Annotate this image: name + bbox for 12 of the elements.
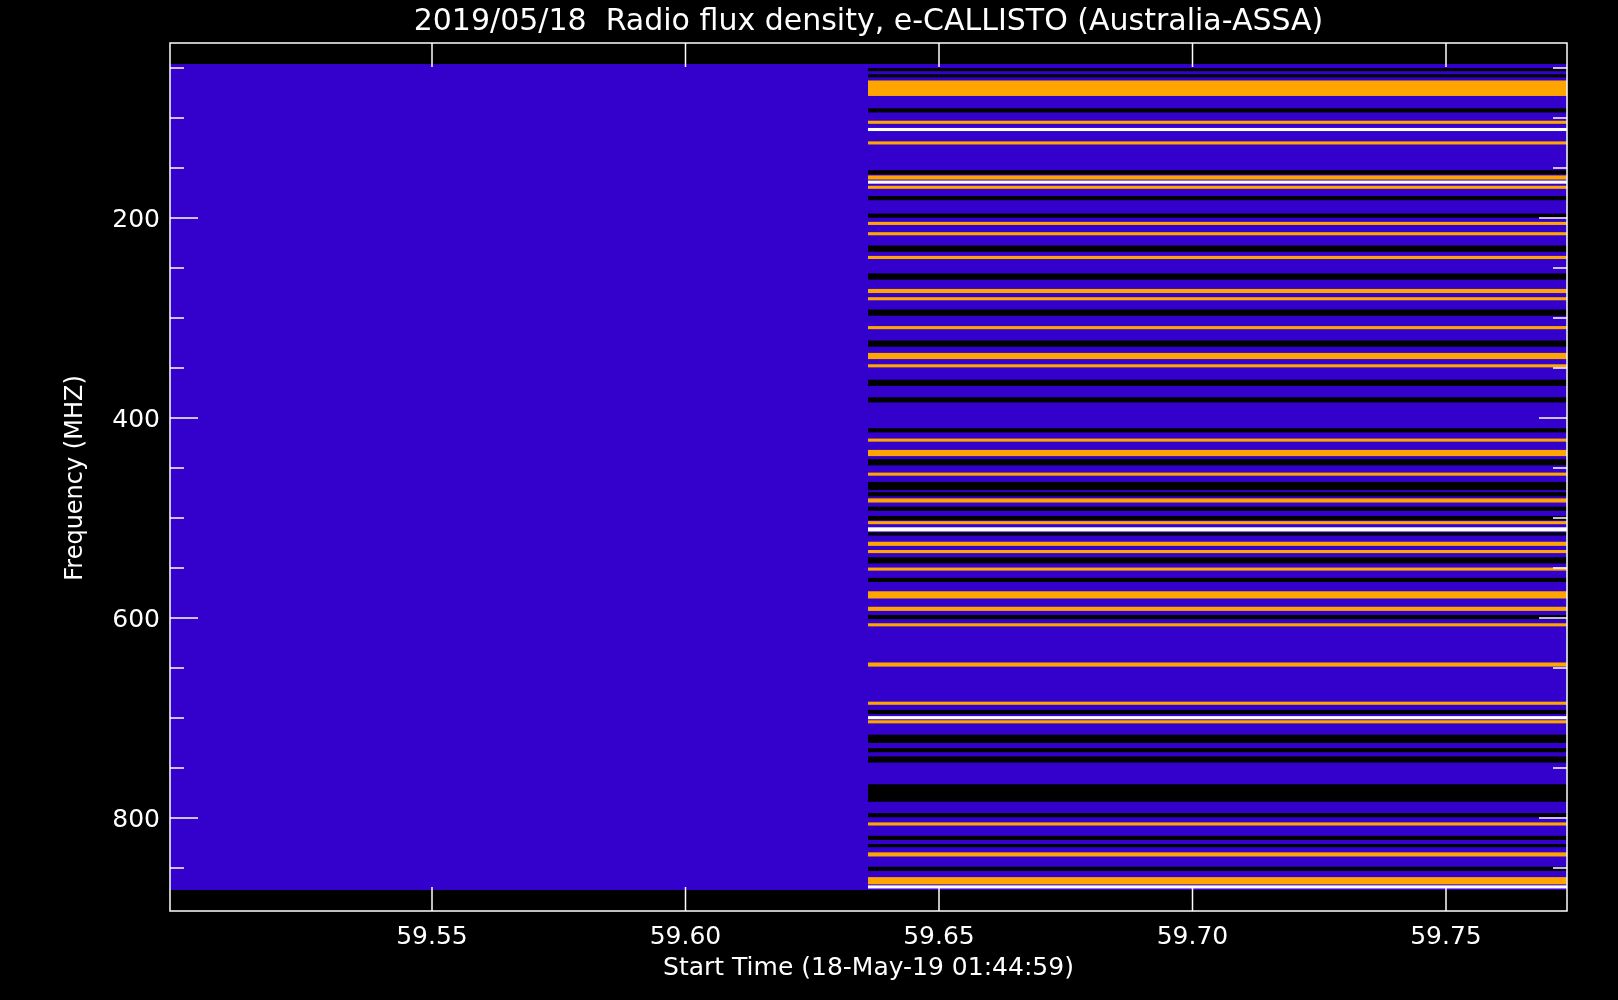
x-tick-label: 59.75 — [1410, 921, 1482, 950]
x-tick-label: 59.70 — [1156, 921, 1229, 950]
y-axis-label: Frequency (MHZ) — [60, 375, 88, 581]
x-axis-label: Start Time (18-May-19 01:44:59) — [663, 952, 1074, 981]
plot-title: 2019/05/18 Radio flux density, e-CALLISTO (Australia-ASSA) — [413, 2, 1324, 37]
x-tick-label: 59.55 — [396, 921, 468, 950]
x-tick-label: 59.65 — [903, 921, 975, 950]
y-tick-label: 200 — [112, 204, 160, 233]
y-tick-label: 800 — [112, 804, 160, 833]
x-tick-label: 59.60 — [649, 921, 722, 950]
y-tick-label: 600 — [112, 604, 160, 633]
y-tick-label: 400 — [112, 404, 160, 433]
